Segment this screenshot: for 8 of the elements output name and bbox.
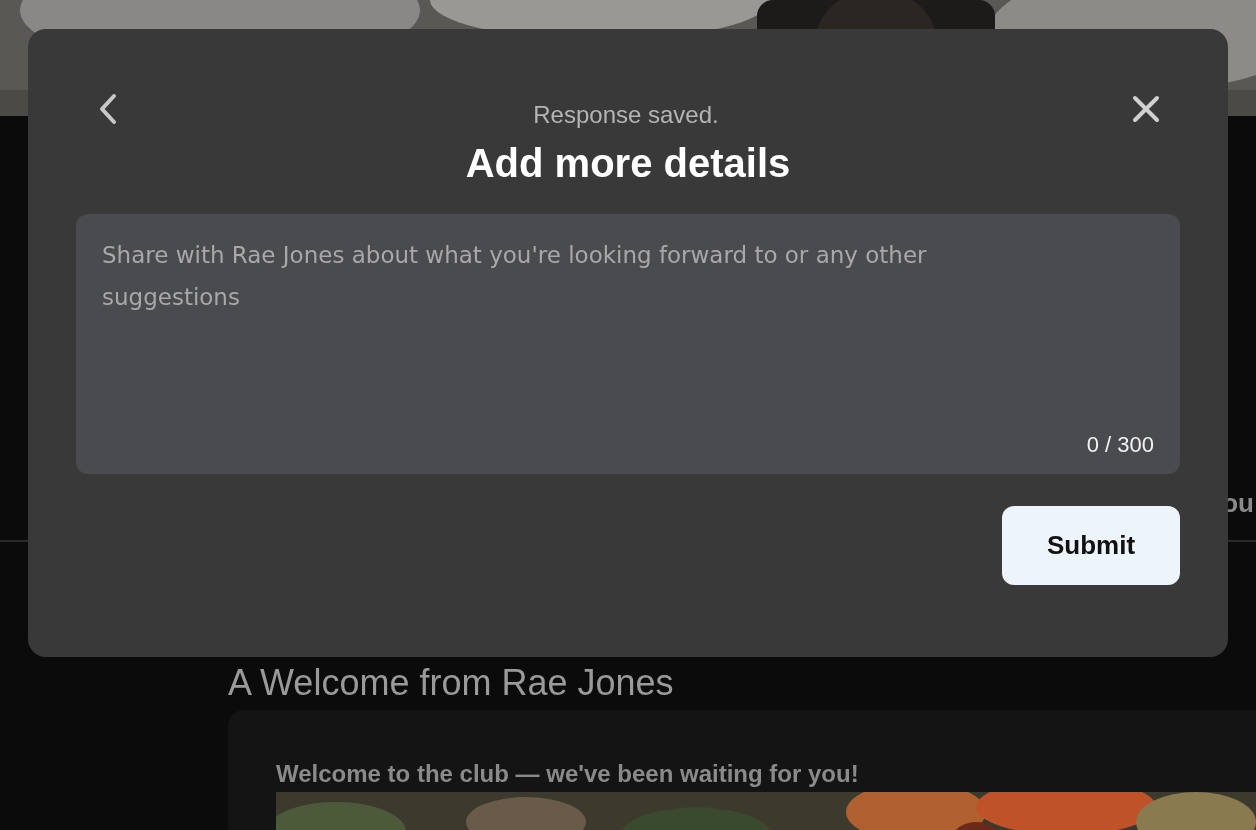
text-input[interactable]: Share with Rae Jones about what you're looking forward to or any other suggestions	[102, 234, 1154, 432]
details-field[interactable]: Share with Rae Jones about what you're looking forward to or any other suggestions 0 / 300	[76, 214, 1180, 474]
dialog-title: Add more details	[464, 141, 792, 186]
card-title: Welcome to the club — we've been waiting for you!	[276, 760, 860, 788]
character-counter: 0 / 300	[1086, 432, 1154, 458]
section-heading: A Welcome from Rae Jones	[228, 662, 675, 704]
status-text: Response saved.	[533, 101, 719, 129]
submit-button[interactable]: Submit	[1002, 506, 1180, 585]
